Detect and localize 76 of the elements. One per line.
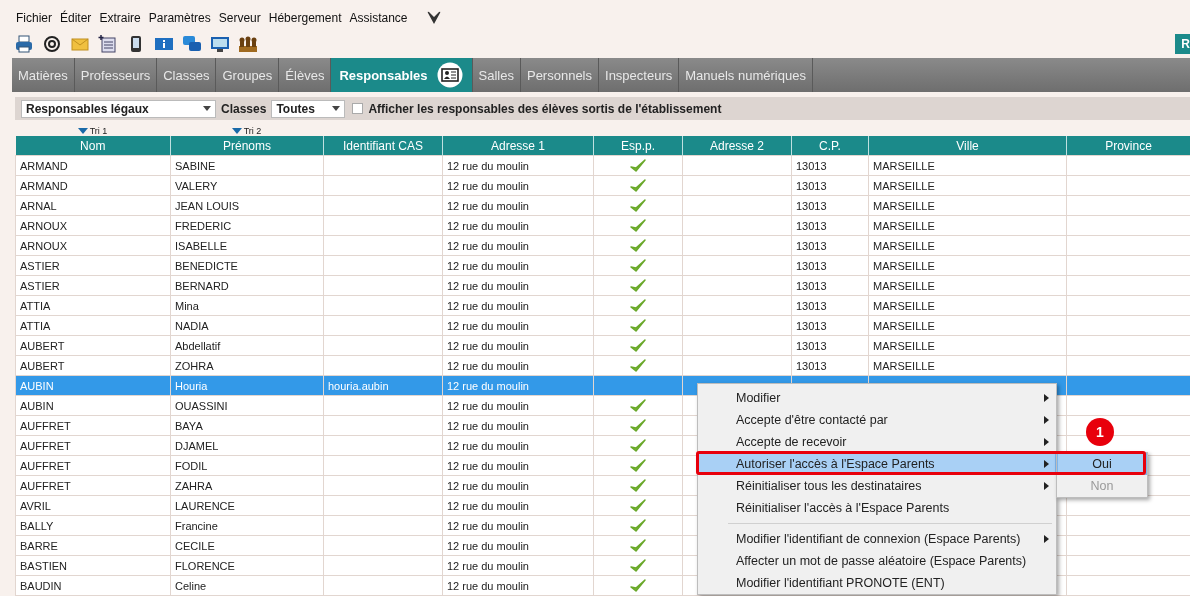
table-cell: BALLY xyxy=(15,515,171,536)
column-header[interactable]: Adresse 2 xyxy=(682,136,792,156)
table-cell: ARNOUX xyxy=(15,215,171,236)
tab[interactable]: Professeurs xyxy=(74,58,158,92)
menu-item[interactable]: Assistance xyxy=(349,11,408,25)
menu-item[interactable]: Hébergement xyxy=(268,11,342,25)
column-header[interactable]: Adresse 1 xyxy=(442,136,594,156)
table-cell: ARNOUX xyxy=(15,235,171,256)
table-cell: BAUDIN xyxy=(15,575,171,596)
monitor-icon[interactable] xyxy=(210,34,230,54)
menu-item[interactable]: Fichier xyxy=(16,11,52,25)
checkbox-label: Afficher les responsables des élèves sortis de l'établissement xyxy=(368,101,722,116)
column-header[interactable]: C.P. xyxy=(791,136,869,156)
table-cell: ATTIA xyxy=(15,315,171,336)
caret-icon xyxy=(332,106,341,111)
menu-item[interactable]: Accepte d'être contacté par xyxy=(698,409,1056,431)
checkbox[interactable] xyxy=(352,103,364,114)
menu-item[interactable]: Réinitialiser tous les destinataires xyxy=(698,475,1056,497)
menu-item[interactable]: Paramètres xyxy=(148,11,211,25)
table-cell: 13013 xyxy=(791,155,869,176)
menu-item[interactable]: Modifier xyxy=(698,387,1056,409)
table-cell: SABINE xyxy=(170,155,324,176)
table-cell: AUBIN xyxy=(15,375,171,396)
tab[interactable]: Personnels xyxy=(520,58,599,92)
tab[interactable]: Salles xyxy=(472,58,521,92)
column-header[interactable]: Prénoms xyxy=(170,136,324,156)
chat-icon[interactable] xyxy=(182,34,202,54)
table-cell: AUBIN xyxy=(15,395,171,416)
column-header[interactable]: Esp.p. xyxy=(593,136,683,156)
table-cell: ASTIER xyxy=(15,255,171,276)
menu-item[interactable]: Éditer xyxy=(60,11,92,25)
table-cell: AUFFRET xyxy=(15,435,171,456)
table-cell: BARRE xyxy=(15,535,171,556)
table-cell: ASTIER xyxy=(15,275,171,296)
sort-arrow-icon xyxy=(77,128,88,134)
table-cell: MARSEILLE xyxy=(868,155,1067,176)
dropdown[interactable]: Responsables légaux xyxy=(21,99,216,118)
tab[interactable]: Groupes xyxy=(216,58,280,92)
column-header[interactable]: Identifiant CAS xyxy=(323,136,443,156)
menu-item[interactable]: Modifier l'identifiant de connexion (Espace Parents) xyxy=(698,528,1056,550)
tab[interactable]: Inspecteurs xyxy=(599,58,680,92)
tab[interactable]: Responsables xyxy=(331,58,473,92)
column-header[interactable]: Ville xyxy=(868,136,1067,156)
id-card-icon xyxy=(435,62,464,88)
table-cell: 12 rue du moulin xyxy=(442,155,594,176)
menu-item[interactable]: Réinitialiser l'accès à l'Espace Parents xyxy=(698,497,1056,519)
menu-item[interactable]: Extraire xyxy=(99,11,141,25)
menu-item[interactable]: Affecter un mot de passe aléatoire (Espace Parents) xyxy=(698,550,1056,572)
column-header[interactable]: Nom xyxy=(15,136,171,156)
table-cell: AUBERT xyxy=(15,355,171,376)
table-cell: AVRIL xyxy=(15,495,171,516)
tab[interactable]: Classes xyxy=(157,58,217,92)
list-icon[interactable] xyxy=(98,34,118,54)
table-cell: BASTIEN xyxy=(15,555,171,576)
table-cell: ATTIA xyxy=(15,295,171,316)
table-cell: AUFFRET xyxy=(15,415,171,436)
column-header[interactable]: Province xyxy=(1066,136,1190,156)
printer-icon[interactable] xyxy=(14,34,34,54)
table-cell: ARNAL xyxy=(15,195,171,216)
menu-item[interactable]: Accepte de recevoir xyxy=(698,431,1056,453)
tab[interactable]: Manuels numériques xyxy=(679,58,813,92)
table-cell: AUFFRET xyxy=(15,475,171,496)
menu-item[interactable]: Serveur xyxy=(218,11,261,25)
field-label: Classes xyxy=(221,101,267,116)
dropdown[interactable]: Toutes xyxy=(271,99,346,118)
table-cell: ARMAND xyxy=(15,155,171,176)
sort-label: Tri 2 xyxy=(243,126,262,136)
sort-arrow-icon xyxy=(231,128,242,134)
caret-icon xyxy=(203,106,211,111)
table-cell: AUBERT xyxy=(15,335,171,356)
tab[interactable]: Matières xyxy=(12,58,75,92)
toolbar-button[interactable]: R xyxy=(1175,34,1190,54)
menu-item[interactable]: Modifier l'identifiant PRONOTE (ENT) xyxy=(698,572,1056,594)
table-cell: ARMAND xyxy=(15,175,171,196)
table-cell: AUFFRET xyxy=(15,455,171,476)
sort-label: Tri 1 xyxy=(89,126,108,136)
